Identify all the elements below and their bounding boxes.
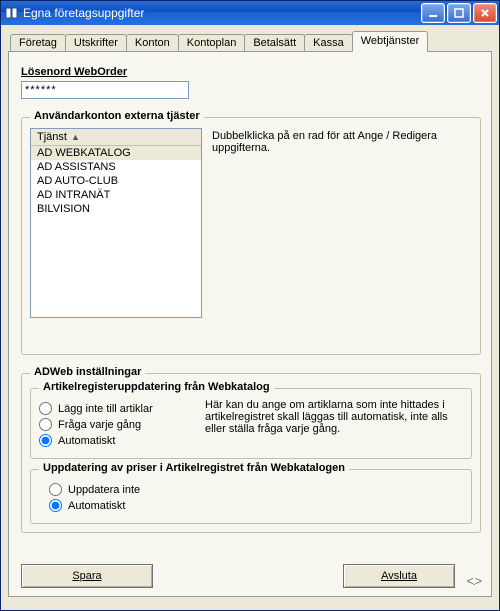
tab-foretag[interactable]: Företag [10, 34, 66, 52]
password-input[interactable] [21, 81, 189, 99]
tab-betalsatt[interactable]: Betalsätt [244, 34, 305, 52]
list-item[interactable]: AD INTRANÄT [31, 188, 201, 202]
maximize-button[interactable] [447, 3, 471, 23]
radio-article-auto[interactable]: Automatiskt [39, 434, 189, 447]
radio-article-none-input[interactable] [39, 402, 52, 415]
tab-kontoplan[interactable]: Kontoplan [178, 34, 246, 52]
legend-external-accounts: Användarkonton externa tjäster [30, 110, 204, 122]
client-area: Företag Utskrifter Konton Kontoplan Beta… [1, 25, 499, 610]
app-icon [5, 6, 19, 20]
list-item[interactable]: BILVISION [31, 202, 201, 216]
service-listbox[interactable]: Tjänst ▲ AD WEBKATALOG AD ASSISTANS AD A… [30, 128, 202, 318]
radio-article-ask-input[interactable] [39, 418, 52, 431]
minimize-button[interactable] [421, 3, 445, 23]
group-external-accounts: Användarkonton externa tjäster Tjänst ▲ … [21, 117, 481, 355]
radio-price-none-input[interactable] [49, 483, 62, 496]
window-title: Egna företagsuppgifter [23, 6, 419, 20]
radio-price-auto[interactable]: Automatiskt [49, 499, 463, 512]
radio-price-auto-label: Automatiskt [68, 500, 125, 512]
radio-article-auto-input[interactable] [39, 434, 52, 447]
tab-webtjanster[interactable]: Webtjänster [352, 31, 429, 52]
list-item[interactable]: AD AUTO-CLUB [31, 174, 201, 188]
app-window: Egna företagsuppgifter Företag Utskrifte… [0, 0, 500, 611]
radio-article-none[interactable]: Lägg inte till artiklar [39, 402, 189, 415]
sort-asc-icon: ▲ [71, 132, 80, 142]
tab-page-webtjanster: Lösenord WebOrder Användarkonton externa… [8, 51, 492, 597]
radio-article-none-label: Lägg inte till artiklar [58, 403, 153, 415]
list-item[interactable]: AD WEBKATALOG [31, 146, 201, 160]
radio-article-ask[interactable]: Fråga varje gång [39, 418, 189, 431]
tab-konton[interactable]: Konton [126, 34, 179, 52]
list-header-label: Tjänst [37, 131, 67, 143]
service-hint: Dubbelklicka på en rad för att Ange / Re… [212, 128, 472, 318]
list-item[interactable]: AD ASSISTANS [31, 160, 201, 174]
legend-adweb: ADWeb inställningar [30, 366, 145, 378]
radio-article-auto-label: Automatiskt [58, 435, 115, 447]
article-update-explain: Här kan du ange om artiklarna som inte h… [205, 399, 463, 450]
save-button[interactable]: Spara [21, 564, 153, 588]
tab-kassa[interactable]: Kassa [304, 34, 353, 52]
radio-price-none-label: Uppdatera inte [68, 484, 140, 496]
group-price-update: Uppdatering av priser i Artikelregistret… [30, 469, 472, 524]
legend-price-update: Uppdatering av priser i Artikelregistret… [39, 462, 349, 474]
close-dialog-button[interactable]: Avsluta [343, 564, 455, 588]
radio-article-ask-label: Fråga varje gång [58, 419, 141, 431]
tabstrip: Företag Utskrifter Konton Kontoplan Beta… [10, 31, 492, 51]
close-button[interactable] [473, 3, 497, 23]
tab-utskrifter[interactable]: Utskrifter [65, 34, 127, 52]
titlebar: Egna företagsuppgifter [1, 1, 499, 25]
bottom-bar: Spara Avsluta <.> [21, 564, 481, 588]
legend-article-update: Artikelregisteruppdatering från Webkatal… [39, 381, 274, 393]
resize-grip-icon[interactable]: <.> [463, 574, 481, 588]
list-header[interactable]: Tjänst ▲ [31, 129, 201, 146]
radio-price-none[interactable]: Uppdatera inte [49, 483, 463, 496]
group-adweb: ADWeb inställningar Artikelregisteruppda… [21, 373, 481, 533]
group-article-update: Artikelregisteruppdatering från Webkatal… [30, 388, 472, 459]
radio-price-auto-input[interactable] [49, 499, 62, 512]
password-label: Lösenord WebOrder [21, 66, 481, 78]
